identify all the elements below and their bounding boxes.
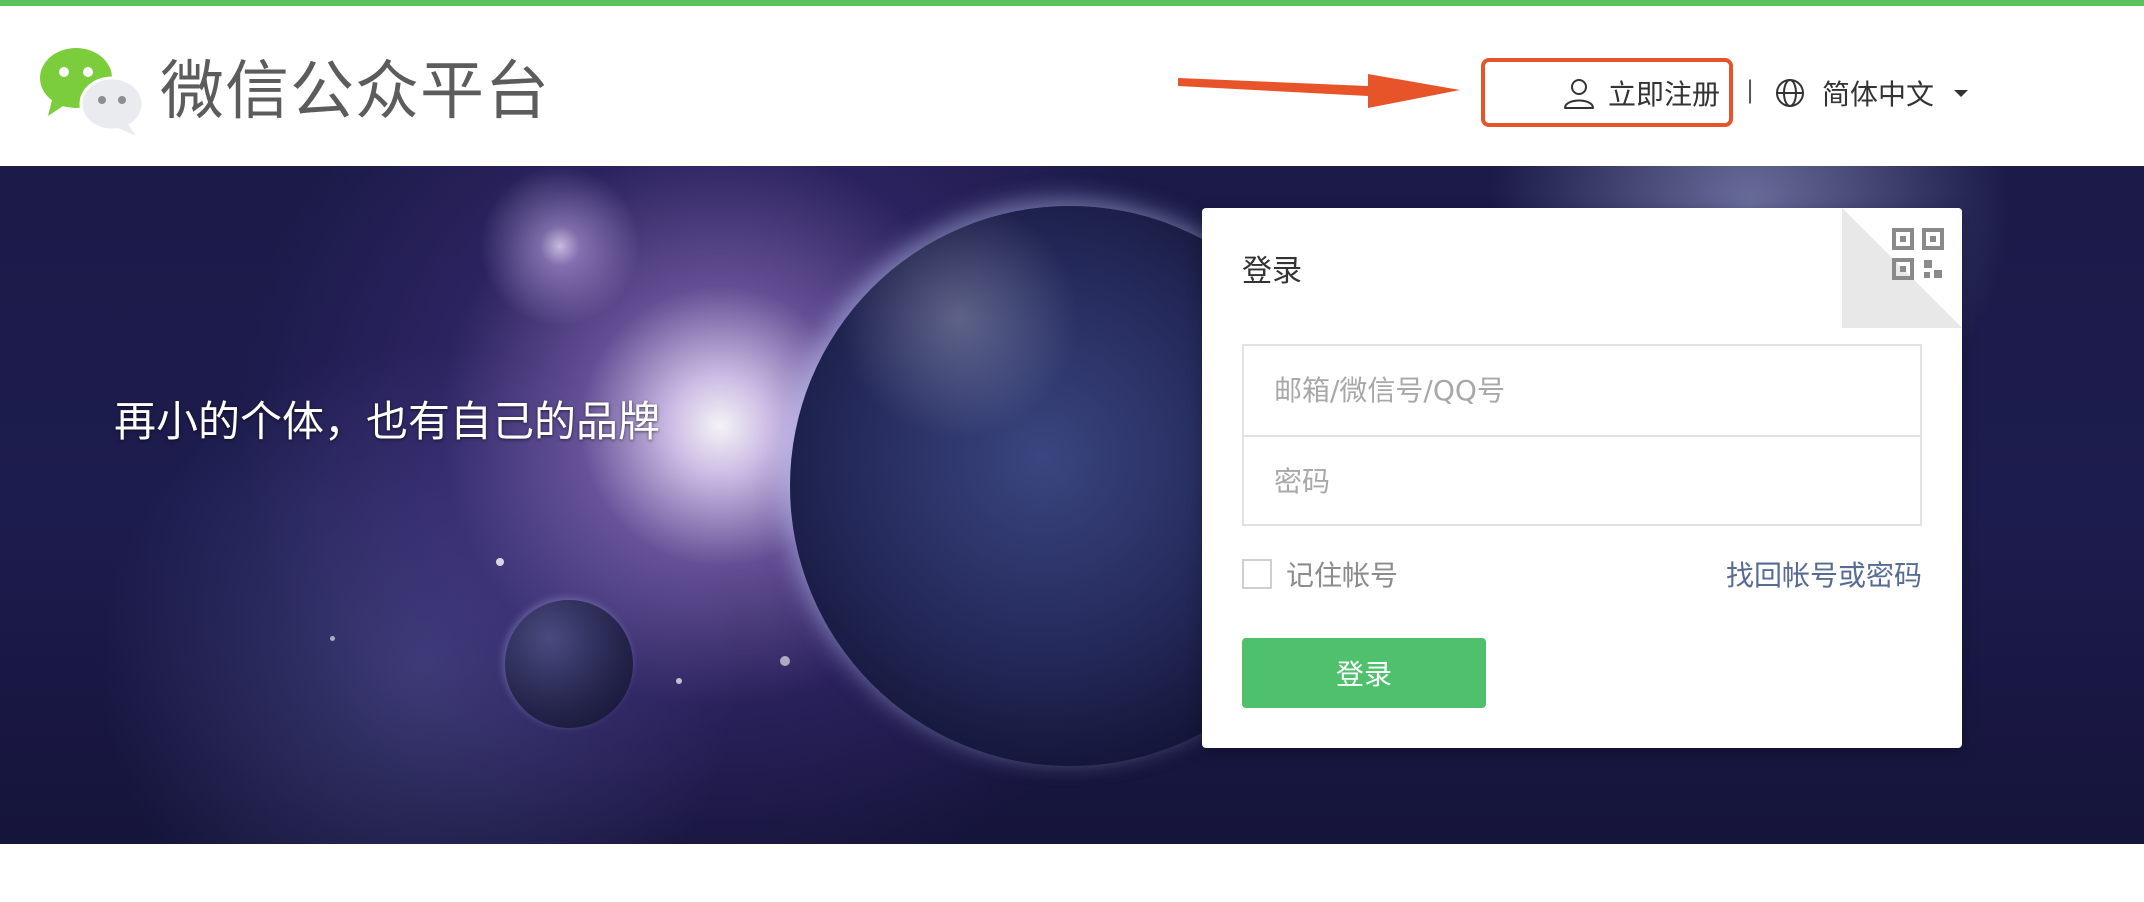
account-input[interactable] — [1244, 346, 1920, 435]
star-decoration — [780, 656, 790, 666]
language-label: 简体中文 — [1822, 78, 1935, 111]
forgot-link[interactable]: 找回帐号或密码 — [1726, 554, 1922, 594]
star-decoration — [330, 636, 335, 641]
annotation-arrow-icon — [1178, 74, 1460, 108]
small-planet — [505, 600, 633, 728]
globe-icon — [1776, 79, 1804, 107]
star-decoration — [676, 678, 682, 684]
language-selector[interactable]: 简体中文 — [1774, 68, 1969, 118]
banner-slogan: 再小的个体，也有自己的品牌 — [114, 397, 661, 446]
password-input[interactable] — [1244, 437, 1920, 526]
login-card: 登录 记住帐号 找回帐号或密码 登录 — [1202, 208, 1962, 748]
login-input-group — [1242, 344, 1922, 526]
wechat-logo-icon — [40, 48, 145, 136]
chevron-down-icon — [1954, 89, 1969, 97]
user-icon — [1564, 79, 1594, 109]
remember-account[interactable]: 记住帐号 — [1242, 554, 1398, 594]
register-label: 立即注册 — [1608, 78, 1721, 111]
qr-code-icon — [1892, 228, 1944, 280]
login-title: 登录 — [1242, 254, 1302, 289]
star-decoration — [496, 558, 504, 566]
header-separator: | — [1746, 76, 1755, 104]
login-button[interactable]: 登录 — [1242, 638, 1486, 708]
header: 微信公众平台 立即注册 | 简体中文 — [0, 6, 2144, 166]
remember-checkbox[interactable] — [1242, 559, 1272, 589]
remember-label: 记住帐号 — [1286, 559, 1399, 592]
register-link[interactable]: 立即注册 — [1562, 68, 1720, 118]
logo-text[interactable]: 微信公众平台 — [160, 52, 550, 132]
qr-login-toggle[interactable] — [1842, 208, 1962, 328]
